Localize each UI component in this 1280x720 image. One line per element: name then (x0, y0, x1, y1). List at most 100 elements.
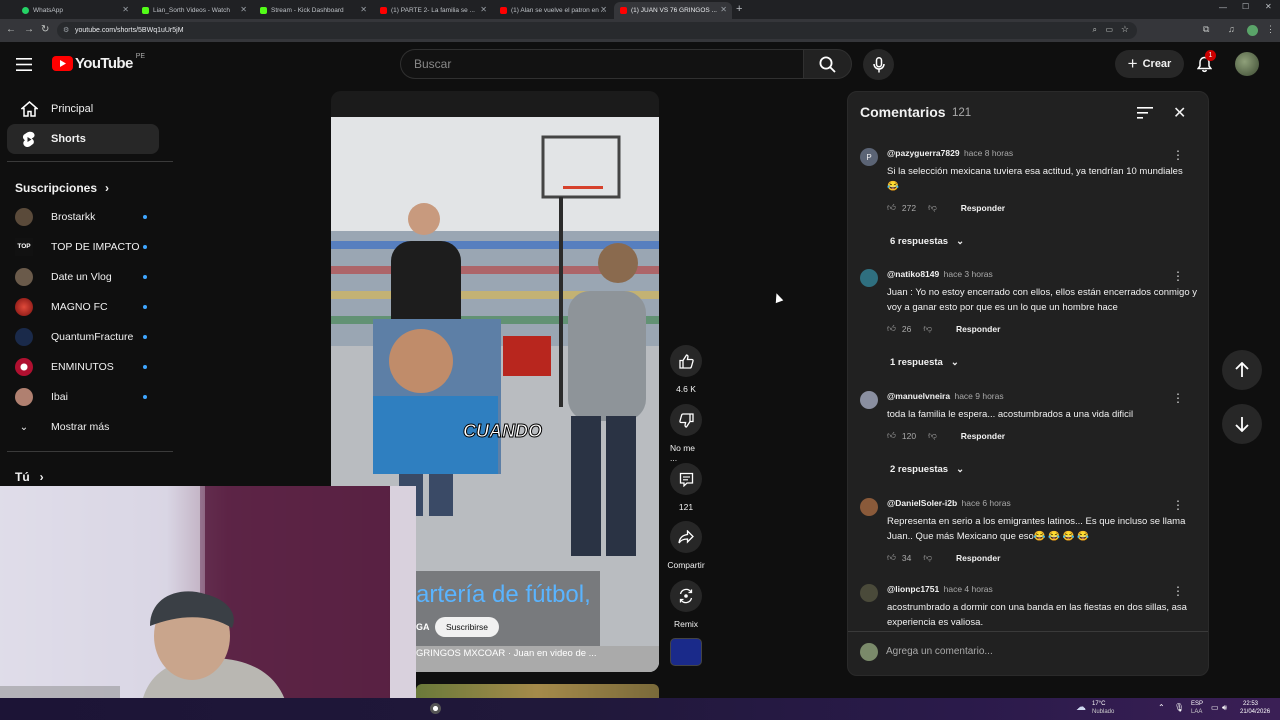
clock-time[interactable]: 22:53 (1243, 701, 1258, 707)
comment-menu-icon[interactable]: ⋮ (1172, 391, 1184, 405)
comment-time[interactable]: hace 4 horas (944, 584, 993, 594)
close-icon[interactable]: ✕ (480, 5, 487, 14)
subscriptions-heading[interactable]: Suscripciones › (15, 181, 109, 195)
zoom-icon[interactable]: ⌕ (1093, 25, 1097, 35)
weather-temp[interactable]: 17°C (1092, 701, 1105, 707)
bookmark-star-icon[interactable]: ☆ (1121, 24, 1129, 35)
app-icon[interactable] (430, 703, 441, 714)
close-comments-icon[interactable]: ✕ (1173, 103, 1186, 123)
add-comment-input[interactable]: Agrega un comentario... (886, 646, 1196, 657)
thumbs-down-icon[interactable]: 👎︎ (923, 323, 932, 334)
view-replies-button[interactable]: 6 respuestas ⌄ (890, 236, 964, 247)
microphone-icon[interactable]: 🎙︎ (1174, 703, 1184, 712)
comment-author[interactable]: @manuelvneira (887, 391, 950, 401)
audio-thumbnail[interactable] (670, 638, 702, 666)
thumbs-up-icon[interactable]: 👍︎ (887, 552, 896, 563)
thumbs-up-icon[interactable]: 👍︎ (887, 323, 896, 334)
show-more-button[interactable]: ⌄ Mostrar más (15, 415, 155, 439)
sidebar-subscription-item[interactable]: Date un Vlog (15, 265, 155, 289)
reload-icon[interactable]: ↻ (41, 24, 49, 35)
reply-button[interactable]: Responder (956, 553, 1000, 563)
comment-time[interactable]: hace 9 horas (954, 391, 1003, 401)
view-replies-button[interactable]: 2 respuestas ⌄ (890, 464, 964, 475)
browser-tab[interactable]: Lian_Sorth Videos - Watch ✕ (136, 2, 252, 19)
sort-comments-icon[interactable] (1137, 106, 1153, 120)
reply-button[interactable]: Responder (961, 203, 1005, 213)
browser-tab-active[interactable]: (1) JUAN VS 76 GRINGOS ... ✕ (614, 2, 732, 19)
sidebar-subscription-item[interactable]: ENMINUTOS (15, 355, 155, 379)
media-icon[interactable]: ♫ (1228, 24, 1235, 34)
thumbs-down-icon[interactable]: 👎︎ (928, 430, 937, 441)
next-short-preview[interactable] (416, 684, 659, 698)
remix-button[interactable] (670, 580, 702, 612)
you-section-heading[interactable]: Tú › (15, 470, 44, 484)
menu-hamburger-icon[interactable] (14, 54, 34, 74)
sidebar-subscription-item[interactable]: TOP TOP DE IMPACTO (15, 235, 155, 259)
close-window-icon[interactable]: ✕ (1265, 2, 1272, 11)
comment-menu-icon[interactable]: ⋮ (1172, 148, 1184, 162)
next-short-button[interactable] (1222, 404, 1262, 444)
comment-menu-icon[interactable]: ⋮ (1172, 584, 1184, 598)
close-icon[interactable]: ✕ (720, 5, 727, 14)
comment-avatar[interactable] (860, 269, 878, 287)
comment-author[interactable]: @pazyguerra7829 (887, 148, 960, 158)
volume-icon[interactable]: 🔊︎ (1222, 703, 1227, 713)
video-title[interactable]: GRINGOS MXCOAR · Juan en video de ... (416, 648, 597, 659)
close-icon[interactable]: ✕ (240, 5, 247, 14)
comments-button[interactable] (670, 463, 702, 495)
minimize-icon[interactable]: — (1219, 3, 1227, 12)
dislike-button[interactable] (670, 404, 702, 436)
browser-tab[interactable]: Stream - Kick Dashboard ✕ (254, 2, 372, 19)
extensions-icon[interactable]: ⧉ (1203, 24, 1209, 35)
address-bar[interactable]: ⚙ youtube.com/shorts/5BWq1uUr5jM ⌕ ▭ ☆ (57, 22, 1137, 39)
thumbs-down-icon[interactable]: 👎︎ (923, 552, 932, 563)
profile-avatar[interactable] (1247, 25, 1258, 36)
search-input[interactable]: Buscar (400, 49, 804, 79)
thumbs-down-icon[interactable]: 👎︎ (928, 202, 937, 213)
chevron-up-icon[interactable]: ⌃ (1158, 703, 1165, 712)
comment-author[interactable]: @DanielSoler-i2b (887, 498, 957, 508)
share-button[interactable] (670, 521, 702, 553)
account-avatar[interactable] (1235, 52, 1259, 76)
comment-avatar[interactable] (860, 584, 878, 602)
comment-menu-icon[interactable]: ⋮ (1172, 498, 1184, 512)
notifications-button[interactable]: 1 (1194, 50, 1216, 74)
comment-avatar[interactable] (860, 391, 878, 409)
comment-menu-icon[interactable]: ⋮ (1172, 269, 1184, 283)
sidebar-item-principal[interactable]: Principal (7, 94, 159, 124)
comment-time[interactable]: hace 3 horas (944, 269, 993, 279)
comment-avatar[interactable] (860, 498, 878, 516)
thumbs-up-icon[interactable]: 👍︎ (887, 202, 896, 213)
view-replies-button[interactable]: 1 respuesta ⌄ (890, 357, 959, 368)
sidebar-subscription-item[interactable]: Brostarkk (15, 205, 155, 229)
forward-icon[interactable]: → (24, 24, 34, 35)
search-button[interactable] (803, 49, 852, 79)
menu-icon[interactable]: ⋮ (1266, 24, 1275, 35)
language-code[interactable]: ESP (1191, 701, 1203, 707)
thumbs-up-icon[interactable]: 👍︎ (887, 430, 896, 441)
youtube-logo[interactable]: YouTube PE (52, 53, 145, 72)
site-info-icon[interactable]: ⚙ (63, 26, 69, 34)
network-icon[interactable]: ▭ (1211, 703, 1219, 712)
cast-icon[interactable]: ▭ (1105, 25, 1113, 34)
sidebar-subscription-item[interactable]: QuantumFracture (15, 325, 155, 349)
comment-avatar[interactable]: P (860, 148, 878, 166)
sidebar-subscription-item[interactable]: MAGNO FC (15, 295, 155, 319)
new-tab-icon[interactable]: + (736, 3, 742, 15)
browser-tab[interactable]: (1) PARTE 2- La familia se ... ✕ (374, 2, 492, 19)
reply-button[interactable]: Responder (956, 324, 1000, 334)
comment-time[interactable]: hace 8 horas (964, 148, 1013, 158)
sidebar-item-shorts[interactable]: Shorts (7, 124, 159, 154)
sidebar-subscription-item[interactable]: Ibai (15, 385, 155, 409)
voice-search-button[interactable] (863, 49, 894, 80)
comment-time[interactable]: hace 6 horas (962, 498, 1011, 508)
previous-short-button[interactable] (1222, 350, 1262, 390)
comment-author[interactable]: @natiko8149 (887, 269, 939, 279)
subscribe-button[interactable]: Suscribirse (435, 617, 499, 637)
close-icon[interactable]: ✕ (122, 5, 129, 14)
close-icon[interactable]: ✕ (600, 5, 607, 14)
back-icon[interactable]: ← (6, 24, 16, 35)
comment-author[interactable]: @lionpc1751 (887, 584, 939, 594)
browser-tab[interactable]: WhatsApp ✕ (16, 2, 134, 19)
close-icon[interactable]: ✕ (360, 5, 367, 14)
